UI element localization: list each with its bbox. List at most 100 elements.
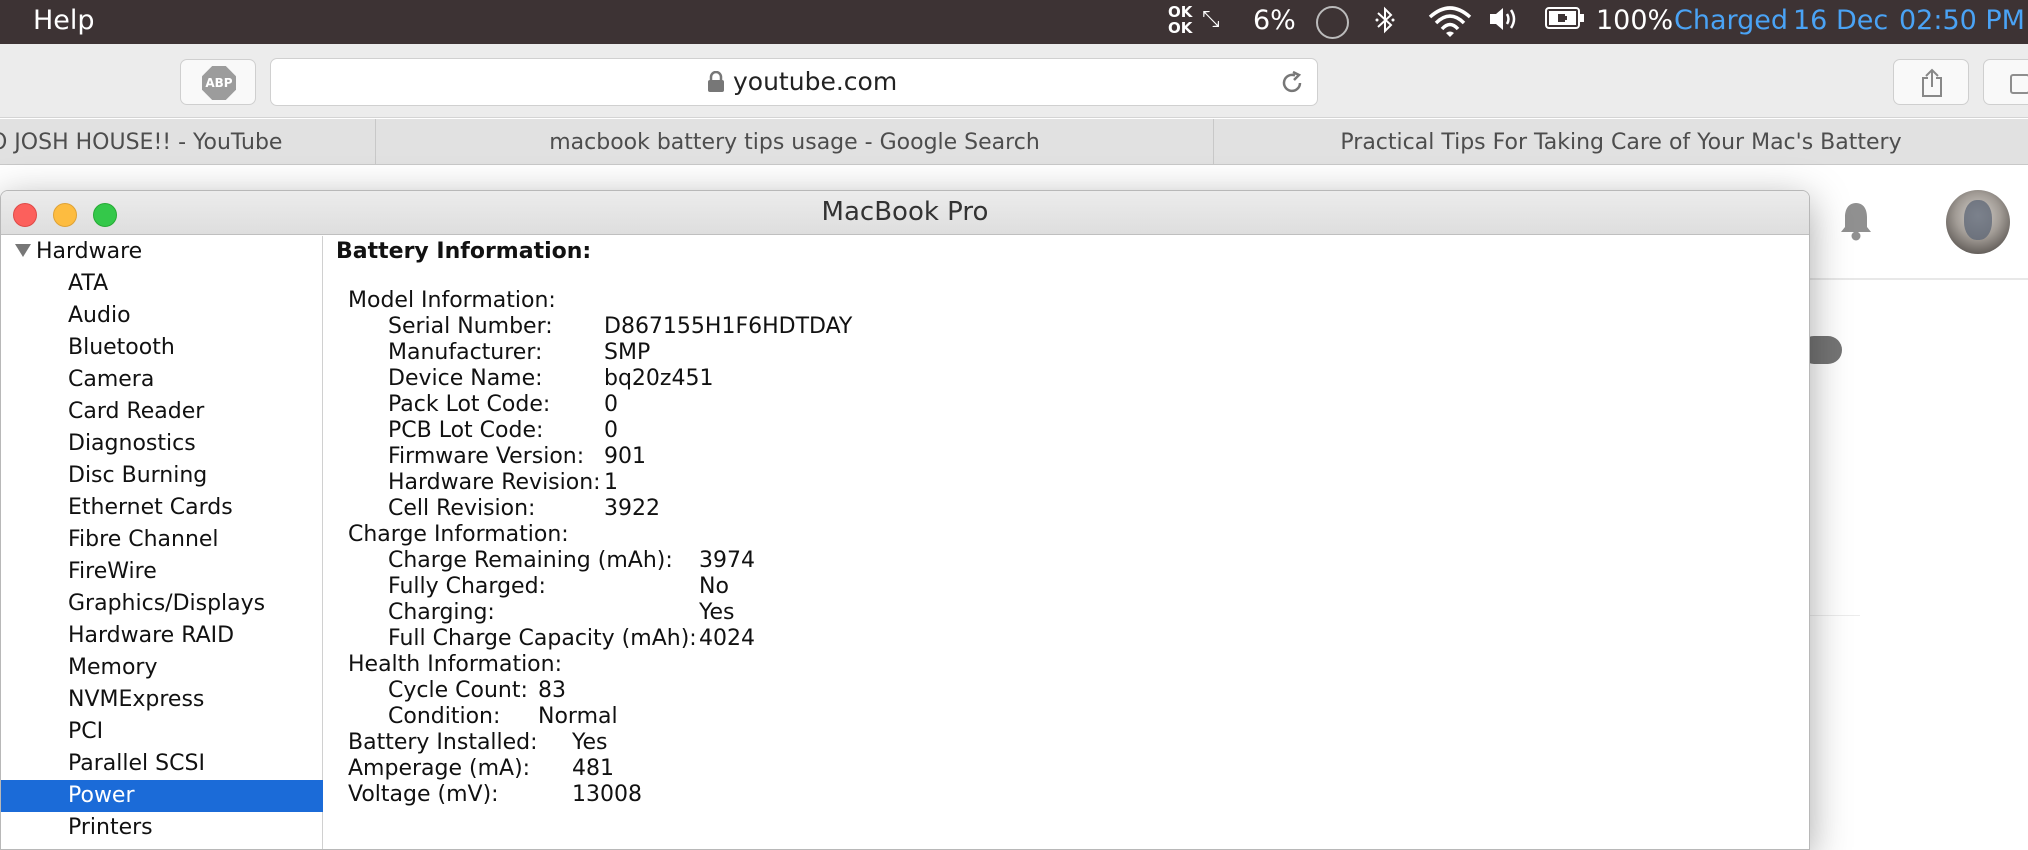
sidebar-item-power[interactable]: Power [1, 780, 323, 812]
amperage-row: Amperage (mA): 481 [324, 756, 1809, 782]
serial-number-value: D867155H1F6HDTDAY [604, 314, 853, 339]
lock-icon [707, 70, 725, 97]
network-status-download: OK [1168, 19, 1193, 37]
browser-toolbar: ABP youtube.com [0, 44, 2028, 118]
sidebar-group-label: Hardware [36, 239, 143, 264]
window-titlebar[interactable]: MacBook Pro [1, 191, 1809, 235]
charge-remaining-label: Charge Remaining (mAh): [388, 548, 673, 573]
sidebar-item-memory[interactable]: Memory [1, 652, 323, 684]
content-divider [1810, 615, 1860, 616]
battery-charging-icon[interactable] [1545, 5, 1585, 36]
sidebar-item-card-reader[interactable]: Card Reader [1, 396, 323, 428]
fully-charged-row: Fully Charged: No [324, 574, 1809, 600]
sidebar-group-hardware[interactable]: Hardware [15, 236, 142, 268]
charging-label: Charging: [388, 600, 495, 625]
hardware-revision-row: Hardware Revision: 1 [324, 470, 1809, 496]
up-down-arrows-icon: ⤡ [1202, 7, 1220, 32]
sidebar-item-ata[interactable]: ATA [1, 268, 323, 300]
battery-status[interactable]: Charged [1674, 5, 1788, 36]
address-text[interactable]: youtube.com [733, 67, 897, 96]
tab-google-search[interactable]: macbook battery tips usage - Google Sear… [376, 119, 1214, 165]
sidebar-item-firewire[interactable]: FireWire [1, 556, 323, 588]
sidebar-item-camera[interactable]: Camera [1, 364, 323, 396]
voltage-row: Voltage (mV): 13008 [324, 782, 1809, 808]
full-charge-capacity-value: 4024 [699, 626, 755, 651]
help-menu[interactable]: Help [33, 5, 95, 36]
charging-value: Yes [699, 600, 735, 625]
sidebar: Hardware ATA Audio Bluetooth Camera Card… [1, 236, 323, 849]
show-tabs-button[interactable] [1983, 59, 2028, 105]
sidebar-item-disc-burning[interactable]: Disc Burning [1, 460, 323, 492]
share-button[interactable] [1893, 59, 1969, 105]
menubar-date[interactable]: 16 Dec [1793, 5, 1888, 36]
cycle-count-value: 83 [538, 678, 566, 703]
cell-revision-label: Cell Revision: [388, 496, 536, 521]
device-name-value: bq20z451 [604, 366, 714, 391]
sidebar-item-ethernet-cards[interactable]: Ethernet Cards [1, 492, 323, 524]
detail-pane: Battery Information: Model Information: … [324, 236, 1809, 849]
sidebar-item-hardware-raid[interactable]: Hardware RAID [1, 620, 323, 652]
battery-installed-label: Battery Installed: [348, 730, 538, 755]
condition-value: Normal [538, 704, 618, 729]
menu-bar: Help OK OK ⤡ 6% 100% Charged 16 Dec 02:5… [0, 0, 2028, 44]
wifi-icon[interactable] [1428, 5, 1472, 44]
amperage-value: 481 [572, 756, 614, 781]
sidebar-item-nvmexpress[interactable]: NVMExpress [1, 684, 323, 716]
pcb-lot-code-value: 0 [604, 418, 618, 443]
bluetooth-icon[interactable] [1374, 5, 1396, 42]
manufacturer-row: Manufacturer: SMP [324, 340, 1809, 366]
sidebar-item-pci[interactable]: PCI [1, 716, 323, 748]
tab-title: Practical Tips For Taking Care of Your M… [1340, 129, 1902, 155]
charge-remaining-row: Charge Remaining (mAh): 3974 [324, 548, 1809, 574]
battery-percent[interactable]: 100% [1596, 5, 1673, 36]
sidebar-item-fibre-channel[interactable]: Fibre Channel [1, 524, 323, 556]
health-information-heading: Health Information: [348, 652, 562, 677]
disclosure-triangle-icon[interactable] [15, 243, 31, 257]
user-avatar[interactable] [1946, 190, 2010, 254]
sidebar-item-diagnostics[interactable]: Diagnostics [1, 428, 323, 460]
sidebar-item-audio[interactable]: Audio [1, 300, 323, 332]
reload-icon[interactable] [1279, 70, 1305, 100]
hardware-revision-value: 1 [604, 470, 618, 495]
pack-lot-code-label: Pack Lot Code: [388, 392, 551, 417]
firmware-version-label: Firmware Version: [388, 444, 585, 469]
charge-remaining-value: 3974 [699, 548, 755, 573]
battery-installed-row: Battery Installed: Yes [324, 730, 1809, 756]
cpu-usage[interactable]: 6% [1253, 5, 1296, 36]
window-title: MacBook Pro [821, 197, 989, 227]
fully-charged-label: Fully Charged: [388, 574, 546, 599]
sidebar-item-parallel-scsi[interactable]: Parallel SCSI [1, 748, 323, 780]
firmware-version-row: Firmware Version: 901 [324, 444, 1809, 470]
cell-revision-value: 3922 [604, 496, 660, 521]
full-charge-capacity-row: Full Charge Capacity (mAh): 4024 [324, 626, 1809, 652]
model-information-heading: Model Information: [348, 288, 556, 313]
sidebar-item-printers[interactable]: Printers [1, 812, 323, 844]
menubar-time[interactable]: 02:50 PM [1899, 5, 2025, 36]
voltage-value: 13008 [572, 782, 642, 807]
sidebar-item-graphics-displays[interactable]: Graphics/Displays [1, 588, 323, 620]
fully-charged-value: No [699, 574, 729, 599]
battery-information-heading: Battery Information: [336, 239, 592, 264]
charging-row: Charging: Yes [324, 600, 1809, 626]
activity-ring-icon[interactable] [1316, 6, 1349, 39]
address-bar[interactable]: youtube.com [270, 58, 1318, 106]
tab-battery-tips[interactable]: Practical Tips For Taking Care of Your M… [1214, 119, 2028, 165]
network-status-indicator[interactable]: OK OK [1168, 4, 1192, 36]
serial-number-label: Serial Number: [388, 314, 553, 339]
pack-lot-code-row: Pack Lot Code: 0 [324, 392, 1809, 418]
sidebar-item-bluetooth[interactable]: Bluetooth [1, 332, 323, 364]
adblock-button[interactable]: ABP [180, 59, 256, 105]
condition-row: Condition: Normal [324, 704, 1809, 730]
tabs-icon [2010, 74, 2028, 94]
cycle-count-row: Cycle Count: 83 [324, 678, 1809, 704]
tab-title: macbook battery tips usage - Google Sear… [549, 129, 1040, 155]
pcb-lot-code-label: PCB Lot Code: [388, 418, 544, 443]
volume-icon[interactable] [1488, 5, 1522, 40]
condition-label: Condition: [388, 704, 501, 729]
manufacturer-label: Manufacturer: [388, 340, 543, 365]
adblock-icon: ABP [202, 66, 236, 100]
pack-lot-code-value: 0 [604, 392, 618, 417]
notification-bell-icon[interactable] [1838, 200, 1874, 246]
manufacturer-value: SMP [604, 340, 651, 365]
tab-youtube[interactable]: O JOSH HOUSE!! - YouTube [0, 119, 376, 165]
